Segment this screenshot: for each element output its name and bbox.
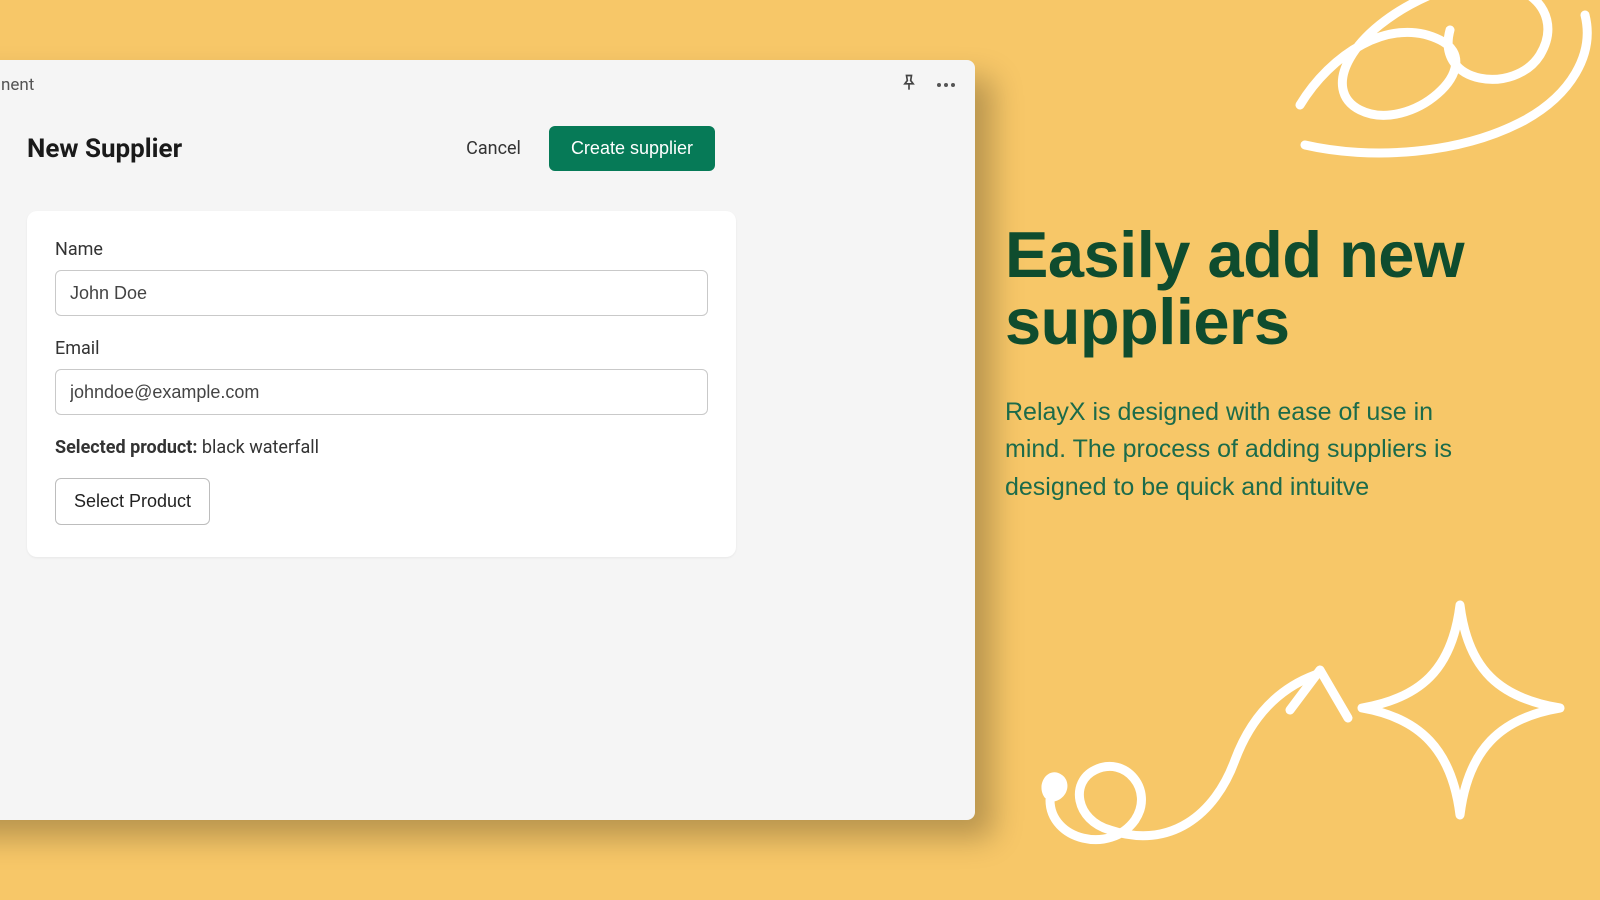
supplier-form-card: Name Email Selected product: black water… [27,211,736,557]
email-field-group: Email [55,338,708,415]
selected-product-label: Selected product: [55,437,197,458]
cancel-button[interactable]: Cancel [466,138,521,159]
select-product-button[interactable]: Select Product [55,478,210,525]
page-title: New Supplier [27,134,182,164]
page-header: New Supplier Cancel Create supplier [27,126,905,171]
decorative-swirl-top [1290,0,1600,184]
app-window: nent New Supplier Cancel Create supplier… [0,60,975,820]
name-input[interactable] [55,270,708,316]
selected-product-line: Selected product: black waterfall [55,437,708,458]
app-header: nent [0,60,975,110]
page-actions: Cancel Create supplier [466,126,715,171]
email-label: Email [55,338,708,359]
selected-product-value: black waterfall [197,437,319,458]
name-label: Name [55,239,708,260]
email-input[interactable] [55,369,708,415]
header-icons [899,73,955,98]
decorative-arrow [1040,640,1380,884]
breadcrumb-fragment: nent [1,75,34,95]
page-content: New Supplier Cancel Create supplier Name… [0,110,975,557]
marketing-panel: Easily add new suppliers RelayX is desig… [1005,222,1485,506]
more-icon[interactable] [937,83,955,87]
marketing-heading: Easily add new suppliers [1005,222,1485,356]
decorative-sparkle [1350,590,1570,854]
name-field-group: Name [55,239,708,316]
marketing-body: RelayX is designed with ease of use in m… [1005,394,1455,507]
create-supplier-button[interactable]: Create supplier [549,126,715,171]
pin-icon[interactable] [899,73,919,98]
